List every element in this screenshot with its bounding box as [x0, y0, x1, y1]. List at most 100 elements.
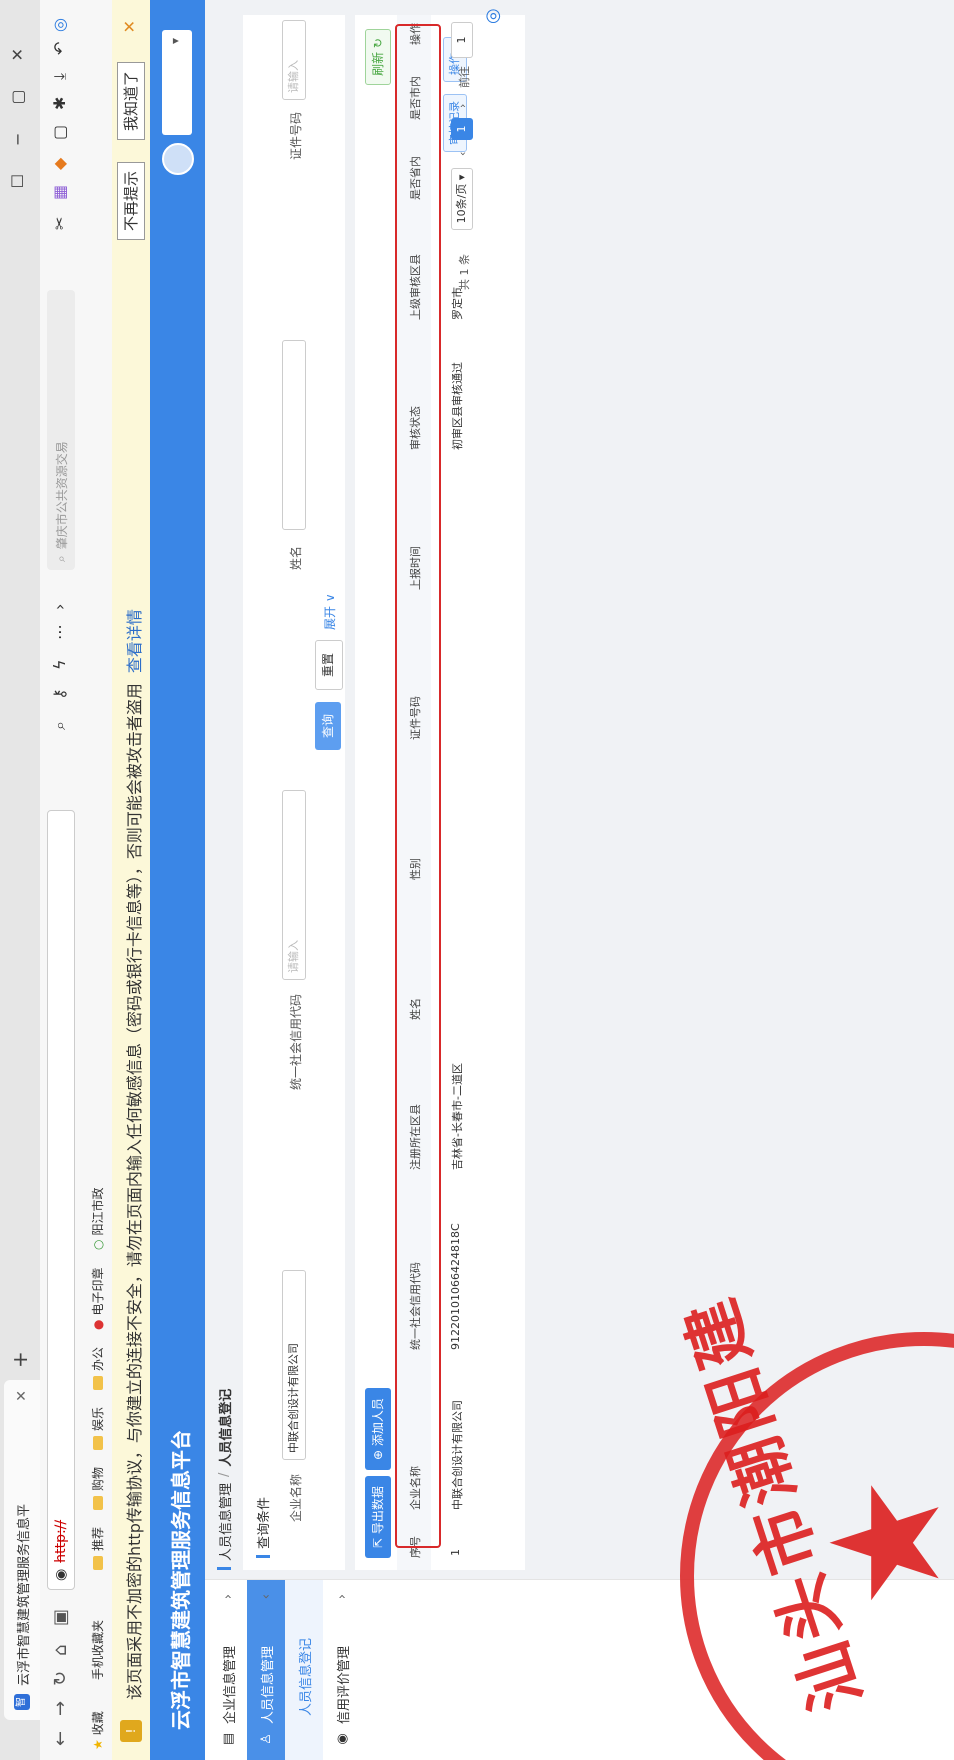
- browser-logo-icon[interactable]: ◎: [50, 18, 69, 32]
- search-box[interactable]: ⌕ 肇庆市公共资源交易: [47, 290, 75, 570]
- badge-icon: ◉: [334, 1733, 350, 1745]
- browser-nav-bar: ← → ↻ ⌂ ▣ ◉ http:// ⌕ ⚷ ϟ ⋯ › ⌕ 肇庆市公共资源交…: [40, 0, 83, 1760]
- chevron-right-icon: ›: [220, 1594, 236, 1600]
- seal-star-icon: ★: [800, 1476, 954, 1610]
- sidebar-item-personnel-registration[interactable]: 人员信息登记: [285, 1580, 323, 1760]
- building-icon: ▤: [220, 1732, 236, 1746]
- refresh-button[interactable]: 刷新 ↻: [365, 29, 391, 85]
- page-size-select[interactable]: 10条/页 ▾: [451, 168, 473, 230]
- reset-button[interactable]: 重置: [315, 639, 343, 690]
- goto-label: 前往: [458, 66, 471, 88]
- wallet-icon[interactable]: ▣: [50, 1609, 71, 1626]
- company-label: 企业名称: [289, 1473, 303, 1522]
- bolt-icon[interactable]: ϟ: [50, 659, 69, 670]
- puzzle-icon[interactable]: ✱: [50, 97, 69, 110]
- more-icon[interactable]: ⋯: [50, 624, 69, 640]
- bookmark-seal[interactable]: ● 电子印章: [89, 1268, 106, 1331]
- user-icon: ♙: [258, 1733, 274, 1745]
- home-icon[interactable]: ⌂: [50, 1645, 71, 1656]
- warning-icon: !: [120, 1720, 142, 1742]
- floating-logo-icon[interactable]: ◎: [482, 8, 503, 24]
- forward-icon[interactable]: →: [50, 1701, 71, 1716]
- close-warning-icon[interactable]: ✕: [120, 20, 139, 33]
- export-button[interactable]: ⇱ 导出数据: [365, 1476, 391, 1558]
- tab-title: 云浮市智慧建筑管理服务信息平: [16, 1503, 32, 1686]
- got-it-button[interactable]: 我知道了: [117, 61, 145, 140]
- cell-company: 中联合创设计有限公司: [451, 1400, 464, 1510]
- query-panel: 查询条件 企业名称 中联合创设计有限公司 统一社会信用代码 请输入 姓名 证件号…: [243, 15, 345, 1570]
- credit-code-label: 统一社会信用代码: [289, 993, 303, 1090]
- no-remind-button[interactable]: 不再提示: [117, 161, 145, 240]
- window-controls[interactable]: ☐−▢✕: [8, 20, 27, 188]
- screen: 智 云浮市智慧建筑管理服务信息平 ✕ + ☐−▢✕ ← → ↻ ⌂ ▣ ◉ ht…: [0, 0, 954, 1760]
- avatar[interactable]: [162, 143, 194, 175]
- app-header: 云浮市智慧建筑管理服务信息平台 ▾: [150, 0, 205, 1760]
- search-icon: ⌕: [53, 555, 68, 562]
- chevron-down-icon: ▾: [168, 38, 182, 45]
- breadcrumb: 人员信息管理 / 人员信息登记: [205, 1389, 243, 1570]
- site-favicon-icon: 智: [14, 1694, 30, 1710]
- bookmark-recommend[interactable]: 推荐: [89, 1527, 106, 1570]
- scissors-icon[interactable]: ✂: [50, 217, 69, 230]
- prev-page-icon[interactable]: ‹: [456, 152, 469, 156]
- game-icon[interactable]: ◆: [50, 158, 69, 170]
- page-1[interactable]: 1: [451, 118, 473, 140]
- cell-index: 1: [449, 1549, 462, 1556]
- bookmark-office[interactable]: 办公: [89, 1347, 106, 1390]
- refresh-icon: ↻: [371, 38, 385, 49]
- bookmark-yangjiang[interactable]: ○ 阳江市政: [89, 1188, 106, 1251]
- new-tab-icon[interactable]: +: [8, 1351, 32, 1368]
- app-title: 云浮市智慧建筑管理服务信息平台: [169, 1430, 193, 1730]
- company-input[interactable]: 中联合创设计有限公司: [282, 1270, 306, 1460]
- cell-credit-code: 91220101066424818C: [449, 1223, 462, 1350]
- info-icon: ◉: [53, 1568, 69, 1581]
- name-input[interactable]: [282, 340, 306, 530]
- breadcrumb-parent[interactable]: 人员信息管理: [215, 1483, 234, 1561]
- sidebar-item-credit[interactable]: ◉ 信用评价管理 ›: [323, 1580, 361, 1760]
- bookmark-entertainment[interactable]: 娱乐: [89, 1407, 106, 1450]
- plus-icon: ⊕: [371, 1449, 385, 1460]
- next-page-icon[interactable]: ›: [456, 104, 469, 108]
- download-icon[interactable]: ⤓: [50, 73, 70, 80]
- user-menu[interactable]: ▾: [162, 30, 192, 135]
- chevron-down-icon: ∨: [323, 593, 337, 603]
- highlight-box: [395, 24, 441, 1548]
- search-button[interactable]: 查询: [315, 701, 341, 750]
- name-label: 姓名: [289, 545, 303, 570]
- id-number-input[interactable]: 请输入: [282, 20, 306, 100]
- bookmark-favorites[interactable]: ★ 收藏: [89, 1711, 106, 1750]
- address-text: http://: [53, 1519, 69, 1563]
- back-icon[interactable]: ←: [50, 1731, 71, 1746]
- cell-region: 吉林省-长春市-二道区: [451, 1063, 464, 1170]
- sidebar-item-enterprise[interactable]: ▤ 企业信息管理 ›: [209, 1580, 247, 1760]
- cell-review-status: 初审区县审核通过: [451, 362, 464, 450]
- chevron-right-icon: ›: [334, 1594, 350, 1600]
- add-person-button[interactable]: ⊕ 添加人员: [365, 1388, 391, 1470]
- breadcrumb-current: 人员信息登记: [218, 1388, 234, 1467]
- reload-icon[interactable]: ↻: [50, 1671, 71, 1686]
- browser-tab-bar: 智 云浮市智慧建筑管理服务信息平 ✕ + ☐−▢✕: [0, 0, 40, 1760]
- sidebar-item-personnel[interactable]: ♙ 人员信息管理 ‹: [247, 1580, 285, 1760]
- export-icon: ⇱: [371, 1537, 385, 1548]
- query-title: 查询条件: [253, 1497, 272, 1558]
- credit-code-input[interactable]: 请输入: [282, 790, 306, 980]
- bookmark-mobile[interactable]: 手机收藏夹: [89, 1620, 106, 1680]
- id-number-label: 证件号码: [289, 111, 303, 160]
- details-link[interactable]: 查看详情: [125, 609, 144, 673]
- address-bar[interactable]: ◉ http://: [47, 810, 75, 1590]
- cell-upper-region: 罗定市: [451, 287, 464, 320]
- chevron-right-icon[interactable]: ›: [50, 604, 69, 610]
- chevron-down-icon: ‹: [258, 1594, 274, 1600]
- close-tab-icon[interactable]: ✕: [14, 1390, 30, 1402]
- warning-text: 该页面采用不加密的http传输协议，与你建立的连接不安全，请勿在页面内输入任何敏…: [125, 609, 144, 1700]
- chevron-down-icon: ▾: [455, 174, 468, 181]
- key-icon[interactable]: ⚷: [50, 688, 69, 700]
- goto-input[interactable]: 1: [451, 22, 473, 58]
- screenshot-icon[interactable]: ▢: [50, 125, 69, 140]
- browser-tab[interactable]: 智 云浮市智慧建筑管理服务信息平 ✕: [4, 1380, 40, 1720]
- expand-link[interactable]: 展开 ∨: [321, 593, 338, 630]
- undo-icon[interactable]: ↶: [50, 42, 69, 55]
- extension-icon[interactable]: ▦: [50, 185, 69, 200]
- lens-icon[interactable]: ⌕: [50, 721, 70, 730]
- bookmark-shopping[interactable]: 购物: [89, 1467, 106, 1510]
